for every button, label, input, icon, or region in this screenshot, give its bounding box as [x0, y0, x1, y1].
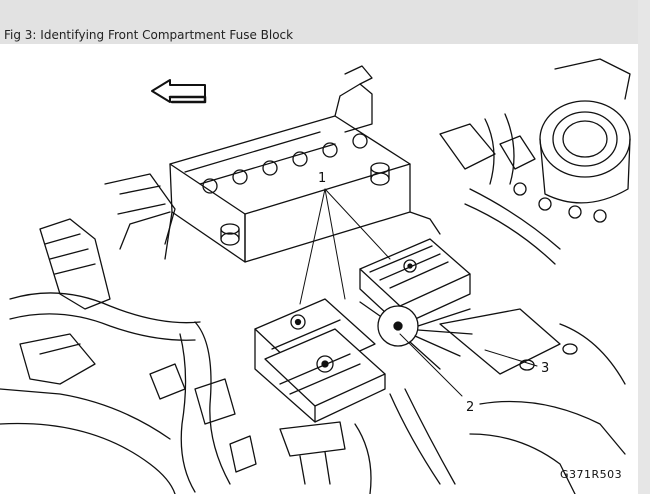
callout-1: 1 — [318, 171, 326, 186]
callout-3: 3 — [541, 361, 549, 376]
callout-2: 2 — [466, 400, 474, 415]
figure: Fig 3: Identifying Front Compartment Fus… — [0, 0, 650, 494]
figure-code: G371R503 — [560, 468, 622, 481]
page-edge — [638, 0, 650, 494]
callout-labels: 1 2 3 G371R503 — [318, 171, 622, 481]
caption-bar: Fig 3: Identifying Front Compartment Fus… — [0, 0, 639, 44]
figure-caption: Fig 3: Identifying Front Compartment Fus… — [4, 28, 294, 42]
